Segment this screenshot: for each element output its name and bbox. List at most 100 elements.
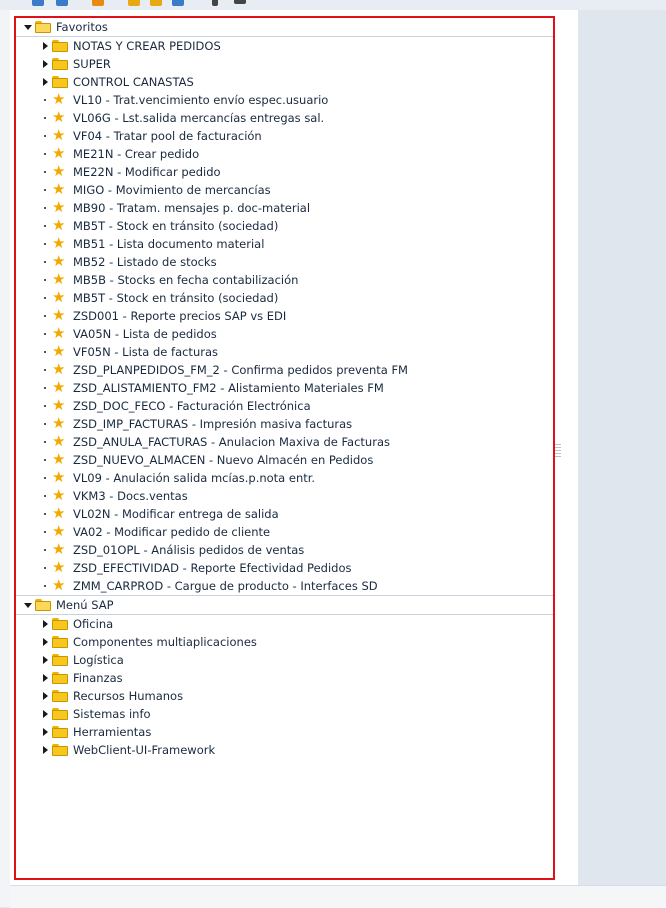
transaction-label: ZSD_PLANPEDIDOS_FM_2 - Confirma pedidos … [73,363,408,377]
collapsed-triangle-right-icon[interactable] [43,620,48,628]
collapsed-triangle-right-icon[interactable] [43,674,48,682]
toolbar-icon-dropdown[interactable] [212,0,218,6]
favorite-transaction-item[interactable]: ★ MB90 - Tratam. mensajes p. doc-material [16,199,553,217]
star-icon: ★ [52,324,66,342]
tree-bullet-icon [44,297,46,299]
tree-bullet-icon [44,585,46,587]
favorite-transaction-item[interactable]: ★ ME21N - Crear pedido [16,145,553,163]
toolbar-icon-collapse[interactable] [234,0,246,4]
status-bar [10,885,666,908]
favorite-transaction-item[interactable]: ★ ZSD_PLANPEDIDOS_FM_2 - Confirma pedidos… [16,361,553,379]
favorite-transaction-item[interactable]: ★ ZSD_DOC_FECO - Facturación Electrónica [16,397,553,415]
favorite-transaction-item[interactable]: ★ VL09 - Anulación salida mcías.p.nota en… [16,469,553,487]
collapsed-triangle-right-icon[interactable] [43,746,48,754]
transaction-label: ZSD001 - Reporte precios SAP vs EDI [73,309,287,323]
sap-menu-folder-item[interactable]: Recursos Humanos [16,687,553,705]
star-icon: ★ [52,126,66,144]
star-icon: ★ [52,288,66,306]
favorite-transaction-item[interactable]: ★ ME22N - Modificar pedido [16,163,553,181]
sap-menu-folder-item[interactable]: Logística [16,651,553,669]
transaction-label: MB51 - Lista documento material [73,237,265,251]
sap-menu-folder-item[interactable]: Oficina [16,615,553,633]
sap-menu-node[interactable]: Menú SAP [16,595,553,615]
collapsed-triangle-right-icon[interactable] [43,692,48,700]
collapsed-triangle-right-icon[interactable] [43,710,48,718]
collapsed-triangle-right-icon[interactable] [43,728,48,736]
transaction-label: VF05N - Lista de facturas [73,345,218,359]
folder-label: WebClient-UI-Framework [73,743,216,757]
tree-bullet-icon [44,387,46,389]
folder-icon [52,618,68,630]
favorite-transaction-item[interactable]: ★ MB51 - Lista documento material [16,235,553,253]
favorite-transaction-item[interactable]: ★ VF05N - Lista de facturas [16,343,553,361]
toolbar-icon-favorites[interactable] [92,0,104,6]
favorite-transaction-item[interactable]: ★ ZSD_01OPL - Análisis pedidos de ventas [16,541,553,559]
transaction-label: MIGO - Movimiento de mercancías [73,183,271,197]
sap-menu-folder-item[interactable]: WebClient-UI-Framework [16,741,553,759]
favorite-transaction-item[interactable]: ★ VL06G - Lst.salida mercancías entregas … [16,109,553,127]
star-icon: ★ [52,216,66,234]
toolbar-icon-add-favorite[interactable] [128,0,140,6]
toolbar-icon-delete-favorite[interactable] [150,0,162,6]
transaction-label: VA02 - Modificar pedido de cliente [73,525,271,539]
favorite-transaction-item[interactable]: ★ ZSD_EFECTIVIDAD - Reporte Efectividad P… [16,559,553,577]
folder-label: Logística [73,653,124,667]
favorites-folder-list: NOTAS Y CREAR PEDIDOS SUPER CONTROL CANAST… [16,37,553,91]
favorite-folder-item[interactable]: CONTROL CANASTAS [16,73,553,91]
sap-menu-folder-item[interactable]: Componentes multiaplicaciones [16,633,553,651]
expand-triangle-down-icon[interactable] [24,25,32,30]
folder-label: Herramientas [73,725,152,739]
favorite-transaction-item[interactable]: ★ ZSD_IMP_FACTURAS - Impresión masiva fac… [16,415,553,433]
favorite-transaction-item[interactable]: ★ ZSD_NUEVO_ALMACEN - Nuevo Almacén en Pe… [16,451,553,469]
sap-menu-label: Menú SAP [56,598,114,612]
favorite-transaction-item[interactable]: ★ VA02 - Modificar pedido de cliente [16,523,553,541]
easy-access-tree: Favoritos NOTAS Y CREAR PEDIDOS SUPER CONT… [14,16,555,880]
favorite-transaction-item[interactable]: ★ ZSD_ANULA_FACTURAS - Anulacion Maxiva d… [16,433,553,451]
transaction-label: VA05N - Lista de pedidos [73,327,217,341]
favorite-transaction-item[interactable]: ★ MB5T - Stock en tránsito (sociedad) [16,217,553,235]
transaction-label: VL09 - Anulación salida mcías.p.nota ent… [73,471,316,485]
favorite-folder-item[interactable]: SUPER [16,55,553,73]
favorite-transaction-item[interactable]: ★ VA05N - Lista de pedidos [16,325,553,343]
star-icon: ★ [52,396,66,414]
favorites-node[interactable]: Favoritos [16,18,553,37]
toolbar-icon-sap-menu[interactable] [56,0,68,6]
favorite-transaction-item[interactable]: ★ VF04 - Tratar pool de facturación [16,127,553,145]
favorite-transaction-item[interactable]: ★ VKM3 - Docs.ventas [16,487,553,505]
favorite-transaction-item[interactable]: ★ MB5B - Stocks en fecha contabilización [16,271,553,289]
toolbar-icon-change-favorite[interactable] [172,0,184,6]
sap-menu-folder-item[interactable]: Herramientas [16,723,553,741]
collapsed-triangle-right-icon[interactable] [43,656,48,664]
collapsed-triangle-right-icon[interactable] [43,42,48,50]
toolbar-icon-user-menu[interactable] [32,0,44,6]
splitter-grip[interactable] [555,444,561,458]
favorite-transaction-item[interactable]: ★ VL02N - Modificar entrega de salida [16,505,553,523]
favorite-transaction-item[interactable]: ★ VL10 - Trat.vencimiento envío espec.usu… [16,91,553,109]
favorite-transaction-item[interactable]: ★ ZSD_ALISTAMIENTO_FM2 - Alistamiento Mat… [16,379,553,397]
tree-bullet-icon [44,567,46,569]
star-icon: ★ [52,144,66,162]
favorite-transaction-item[interactable]: ★ ZSD001 - Reporte precios SAP vs EDI [16,307,553,325]
favorite-transaction-item[interactable]: ★ MB52 - Listado de stocks [16,253,553,271]
star-icon: ★ [52,468,66,486]
tree-bullet-icon [44,495,46,497]
favorite-transaction-item[interactable]: ★ MB5T - Stock en tránsito (sociedad) [16,289,553,307]
tree-bullet-icon [44,351,46,353]
collapsed-triangle-right-icon[interactable] [43,78,48,86]
star-icon: ★ [52,270,66,288]
collapsed-triangle-right-icon[interactable] [43,638,48,646]
collapsed-triangle-right-icon[interactable] [43,60,48,68]
transaction-label: ME22N - Modificar pedido [73,165,221,179]
favorite-transaction-item[interactable]: ★ MIGO - Movimiento de mercancías [16,181,553,199]
sap-menu-folder-item[interactable]: Sistemas info [16,705,553,723]
transaction-label: ZSD_ANULA_FACTURAS - Anulacion Maxiva de… [73,435,390,449]
sap-menu-folder-item[interactable]: Finanzas [16,669,553,687]
transaction-label: MB90 - Tratam. mensajes p. doc-material [73,201,311,215]
favorite-folder-item[interactable]: NOTAS Y CREAR PEDIDOS [16,37,553,55]
tree-bullet-icon [44,207,46,209]
application-toolbar [0,0,666,10]
favorite-transaction-item[interactable]: ★ ZMM_CARPROD - Cargue de producto - Inte… [16,577,553,595]
tree-bullet-icon [44,315,46,317]
transaction-label: MB5T - Stock en tránsito (sociedad) [73,219,279,233]
expand-triangle-down-icon[interactable] [24,603,32,608]
